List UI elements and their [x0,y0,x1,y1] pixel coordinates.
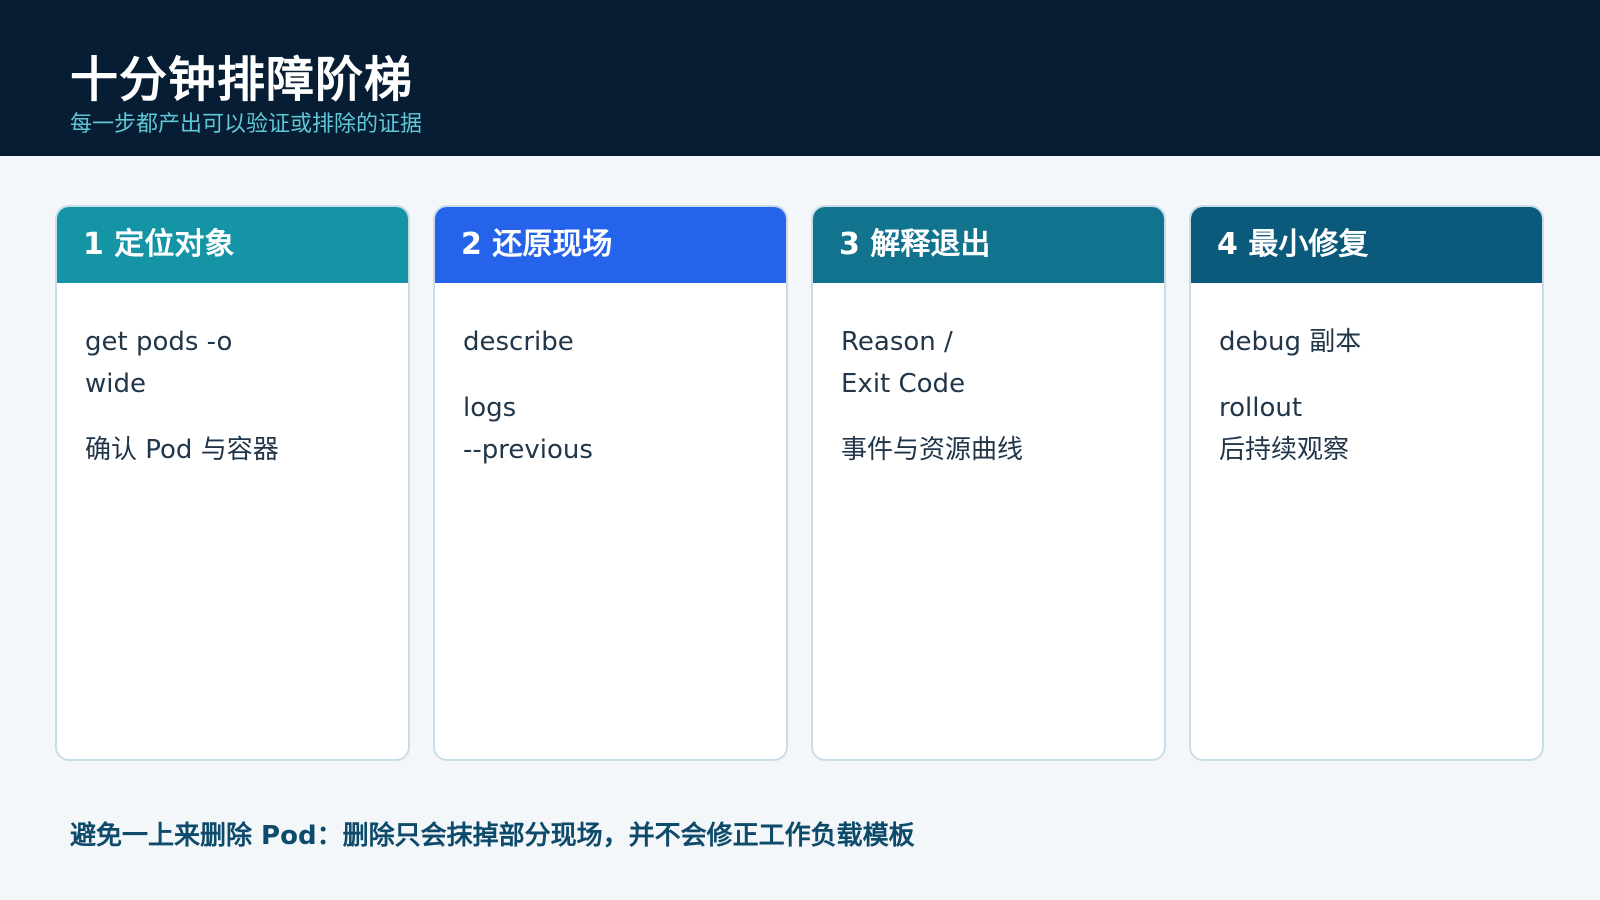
header-banner: 十分钟排障阶梯 每一步都产出可以验证或排除的证据 [0,0,1600,156]
step-card-4-body: debug 副本 rollout 后持续观察 [1191,283,1542,471]
step-card-2-item-2: logs --previous [463,393,593,465]
step-card-4: 4 最小修复 debug 副本 rollout 后持续观察 [1189,205,1544,761]
step-card-3-heading: 3 解释退出 [813,207,1164,283]
step-card-1-item-2: 确认 Pod 与容器 [85,435,279,465]
footer-warning-note: 避免一上来删除 Pod：删除只会抹掉部分现场，并不会修正工作负载模板 [70,821,915,851]
step-card-2: 2 还原现场 describe logs --previous [433,205,788,761]
step-card-4-item-1: debug 副本 [1219,327,1362,357]
step-card-3-item-1: Reason / Exit Code [841,327,966,399]
step-card-3-item-2: 事件与资源曲线 [841,435,1024,465]
step-card-4-heading: 4 最小修复 [1191,207,1542,283]
step-card-4-item-2: rollout 后持续观察 [1219,393,1350,465]
step-card-2-body: describe logs --previous [435,283,786,471]
step-card-1-item-1: get pods -o wide [85,327,233,399]
step-card-1-heading: 1 定位对象 [57,207,408,283]
step-card-1: 1 定位对象 get pods -o wide 确认 Pod 与容器 [55,205,410,761]
step-card-2-heading: 2 还原现场 [435,207,786,283]
step-card-3-body: Reason / Exit Code 事件与资源曲线 [813,283,1164,471]
page-title: 十分钟排障阶梯 [70,52,414,108]
step-card-3: 3 解释退出 Reason / Exit Code 事件与资源曲线 [811,205,1166,761]
step-card-1-body: get pods -o wide 确认 Pod 与容器 [57,283,408,471]
page-subtitle: 每一步都产出可以验证或排除的证据 [70,112,423,137]
step-card-2-item-1: describe [463,327,574,357]
